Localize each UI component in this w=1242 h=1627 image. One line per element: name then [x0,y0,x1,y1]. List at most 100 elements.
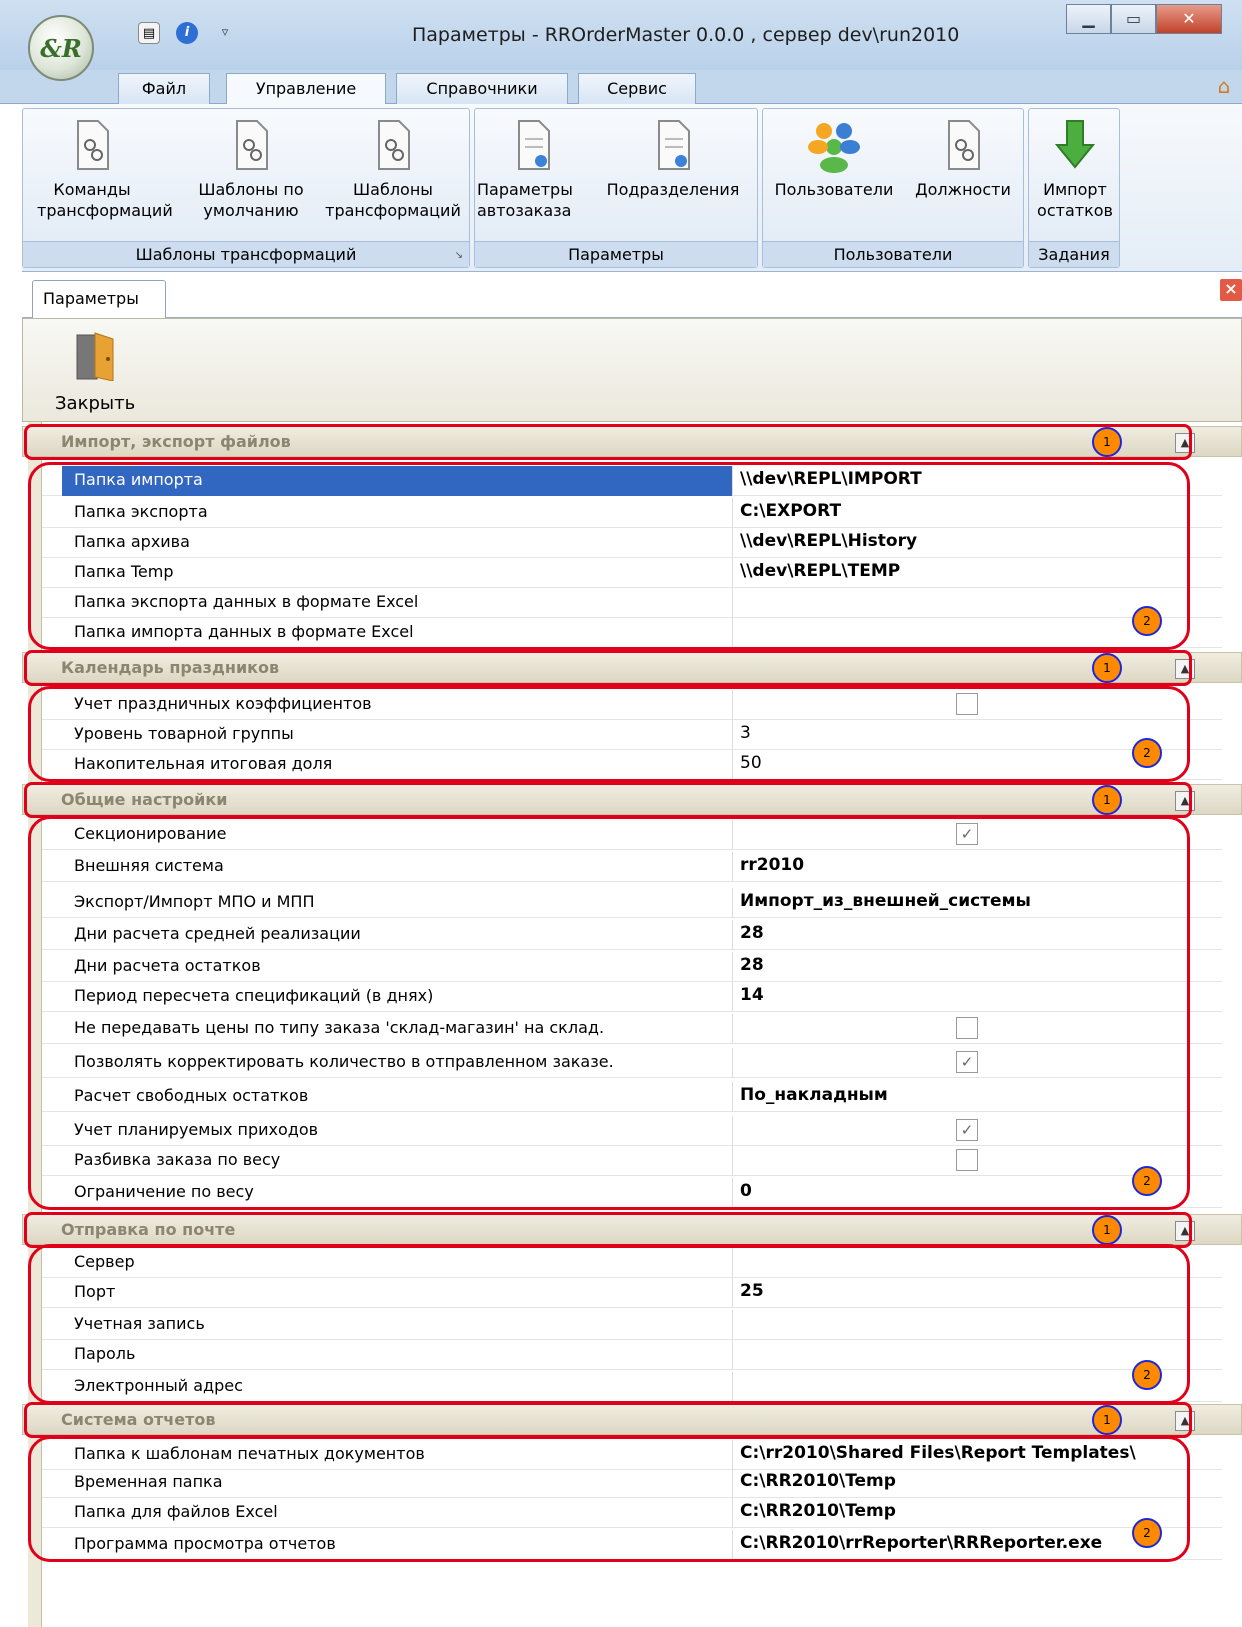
property-row[interactable]: Позволять корректировать количество в от… [42,1048,1222,1078]
positions-label: Должности [915,180,1011,199]
property-value[interactable]: C:\rr2010\Shared Files\Report Templates\ [740,1443,1136,1463]
property-row[interactable]: Папка импорта данных в формате Excel [42,618,1222,648]
property-row[interactable]: Учет праздничных коэффициентов [42,690,1222,720]
category-header[interactable]: Импорт, экспорт файлов ▲ [22,426,1242,457]
checkbox-unchecked[interactable] [956,1149,978,1171]
collapse-chevron-up-icon[interactable]: ▲ [1175,433,1195,453]
collapse-chevron-up-icon[interactable]: ▲ [1175,1411,1195,1431]
category-header[interactable]: Общие настройки ▲ [22,784,1242,815]
transform-templates-button[interactable]: Шаблоны трансформаций [323,117,463,221]
property-value[interactable]: 25 [740,1281,764,1301]
property-row[interactable]: Сервер [42,1248,1222,1278]
property-row[interactable]: Папка к шаблонам печатных документов C:\r… [42,1440,1222,1470]
property-value[interactable]: rr2010 [740,855,804,875]
checkbox-checked[interactable]: ✓ [956,1119,978,1141]
property-row[interactable]: Электронный адрес [42,1372,1222,1402]
property-row[interactable]: Внешняя система rr2010 [42,852,1222,882]
property-row[interactable]: Период пересчета спецификаций (в днях) 14 [42,982,1222,1012]
transform-commands-button[interactable]: Команды трансформаций [37,117,173,221]
property-row[interactable]: Учет планируемых приходов ✓ [42,1116,1222,1146]
property-row[interactable]: Дни расчета средней реализации 28 [42,920,1222,950]
property-value[interactable]: 3 [740,723,751,743]
property-row[interactable]: Накопительная итоговая доля 50 [42,750,1222,780]
gear-document-icon [948,120,980,170]
home-icon[interactable]: ⌂ [1212,75,1236,97]
tab-service[interactable]: Сервис [578,73,696,104]
tab-directories[interactable]: Справочники [396,73,568,104]
property-row[interactable]: Не передавать цены по типу заказа 'склад… [42,1014,1222,1044]
close-window-button[interactable]: ✕ [1156,4,1222,34]
property-row[interactable]: Ограничение по весу 0 [42,1178,1222,1208]
column-divider [732,588,733,617]
document-icon[interactable]: ▤ [138,22,160,44]
property-value[interactable]: C:\RR2010\Temp [740,1501,896,1521]
checkbox-checked[interactable]: ✓ [956,823,978,845]
property-value[interactable]: C:\RR2010\rrReporter\RRReporter.exe [740,1533,1102,1553]
property-value[interactable]: 50 [740,753,762,773]
close-form-button[interactable]: Закрыть [55,331,135,414]
property-value[interactable]: 28 [740,923,764,943]
checkbox-unchecked[interactable] [956,693,978,715]
property-value[interactable]: C:\EXPORT [740,501,841,521]
property-value[interactable]: 28 [740,955,764,975]
property-row[interactable]: Папка архива \\dev\REPL\History [42,528,1222,558]
property-value[interactable]: Импорт_из_внешней_системы [740,891,1031,911]
category-title: Импорт, экспорт файлов [61,432,291,451]
property-value[interactable]: \\dev\REPL\History [740,531,917,551]
category-header[interactable]: Отправка по почте ▲ [22,1214,1242,1245]
tab-parameters[interactable]: Параметры [32,280,166,318]
property-row[interactable]: Папка экспорта данных в формате Excel [42,588,1222,618]
positions-button[interactable]: Должности [907,117,1019,200]
gear-document-icon [77,120,109,170]
property-row[interactable]: Порт 25 [42,1278,1222,1308]
close-tab-icon[interactable]: × [1220,279,1242,301]
category-header[interactable]: Календарь праздников ▲ [22,652,1242,683]
property-row[interactable]: Дни расчета остатков 28 [42,952,1222,982]
column-divider [732,466,733,495]
property-row[interactable]: Расчет свободных остатков По_накладным [42,1082,1222,1112]
maximize-button[interactable]: ▭ [1111,4,1156,34]
property-row[interactable]: Экспорт/Импорт МПО и МПП Импорт_из_внешне… [42,888,1222,918]
property-value[interactable]: 0 [740,1181,752,1201]
customize-qat-icon[interactable]: ▿ [214,22,236,44]
property-value[interactable]: 14 [740,985,764,1005]
dialog-launcher-icon[interactable]: ↘ [455,250,463,261]
import-stock-button[interactable]: Импорт остатков [1033,117,1117,221]
property-row[interactable]: Папка экспорта C:\EXPORT [42,498,1222,528]
property-row[interactable]: Папка Temp \\dev\REPL\TEMP [42,558,1222,588]
property-value[interactable]: C:\RR2010\Temp [740,1471,896,1491]
property-row[interactable]: Папка для файлов Excel C:\RR2010\Temp [42,1498,1222,1528]
checkbox-unchecked[interactable] [956,1017,978,1039]
property-value[interactable]: \\dev\REPL\TEMP [740,561,900,581]
category-title: Отправка по почте [61,1220,236,1239]
collapse-chevron-up-icon[interactable]: ▲ [1175,1221,1195,1241]
checkbox-checked[interactable]: ✓ [956,1051,978,1073]
collapse-chevron-up-icon[interactable]: ▲ [1175,659,1195,679]
grid-margin [28,422,42,1627]
ribbon-group-label: Параметры [475,241,757,267]
property-row[interactable]: Временная папка C:\RR2010\Temp [42,1468,1222,1498]
column-divider [732,690,733,719]
annotation-badge-2: 2 [1132,738,1162,768]
collapse-chevron-up-icon[interactable]: ▲ [1175,791,1195,811]
property-row[interactable]: Секционирование ✓ [42,820,1222,850]
departments-button[interactable]: Подразделения [593,117,753,200]
minimize-button[interactable]: ▁ [1066,4,1111,34]
autoorder-params-button[interactable]: Параметры автозаказа [477,117,589,221]
users-button[interactable]: Пользователи [767,117,901,200]
property-row[interactable]: Учетная запись [42,1310,1222,1340]
tab-file[interactable]: Файл [118,73,210,104]
property-value[interactable]: По_накладным [740,1085,888,1105]
application-menu-button[interactable]: &R [28,15,94,81]
property-row[interactable]: Пароль [42,1340,1222,1370]
info-icon[interactable]: i [176,22,198,44]
property-row[interactable]: Разбивка заказа по весу [42,1146,1222,1176]
tab-management[interactable]: Управление [226,73,386,105]
category-header[interactable]: Система отчетов ▲ [22,1404,1242,1435]
property-row[interactable]: Уровень товарной группы 3 [42,720,1222,750]
column-divider [732,920,733,949]
property-row[interactable]: Программа просмотра отчетов C:\RR2010\rrR… [42,1530,1222,1560]
property-row[interactable]: Папка импорта \\dev\REPL\IMPORT [42,466,1222,496]
property-value[interactable]: \\dev\REPL\IMPORT [740,469,922,489]
default-templates-button[interactable]: Шаблоны по умолчанию [181,117,321,221]
